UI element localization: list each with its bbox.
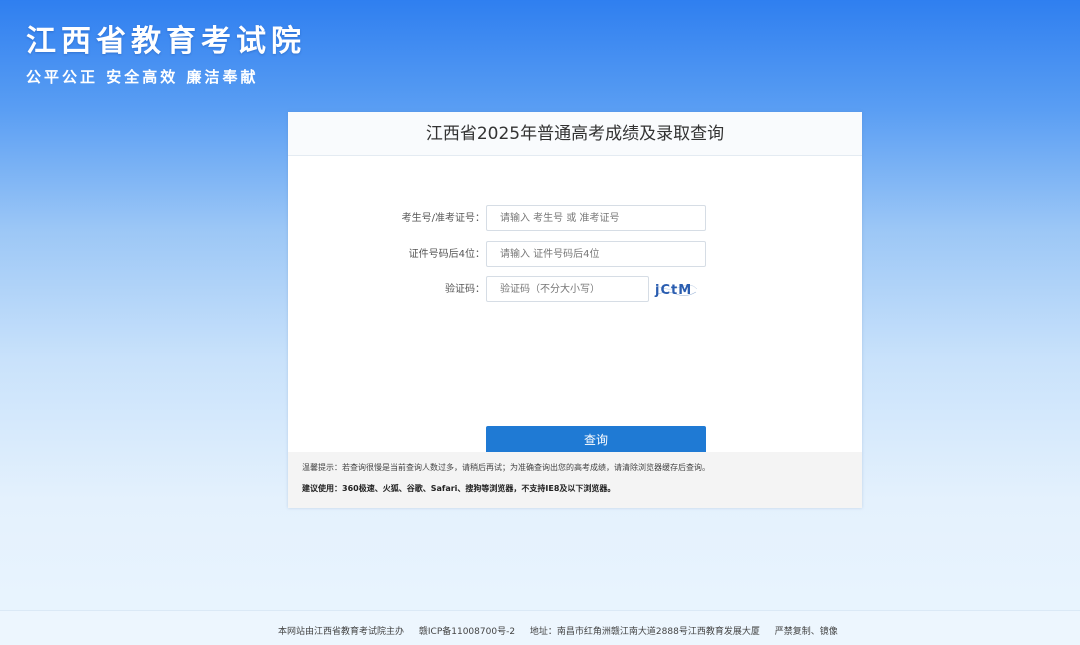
id-last4-input[interactable] xyxy=(486,241,706,267)
site-slogan: 公平公正 安全高效 廉洁奉献 xyxy=(26,68,259,86)
exam-id-label: 考生号/准考证号： xyxy=(401,213,485,224)
exam-id-row: 考生号/准考证号： xyxy=(288,205,862,233)
captcha-input[interactable] xyxy=(486,276,649,302)
captcha-label: 验证码： xyxy=(445,284,485,295)
notice-box: 温馨提示：若查询很慢是当前查询人数过多，请稍后再试；为准确查询出您的高考成绩，请… xyxy=(288,452,862,508)
footer-copyright: 严禁复制、镜像 xyxy=(774,627,838,637)
footer-icp[interactable]: 赣ICP备11008700号-2 xyxy=(419,627,515,637)
query-button[interactable]: 查询 xyxy=(486,426,706,455)
id-last4-label: 证件号码后4位： xyxy=(408,249,485,260)
exam-id-input[interactable] xyxy=(486,205,706,231)
card-title: 江西省2025年普通高考成绩及录取查询 xyxy=(288,112,862,156)
query-card: 江西省2025年普通高考成绩及录取查询 考生号/准考证号： 证件号码后4位： 验… xyxy=(288,112,862,508)
captcha-text: jCtM xyxy=(654,283,692,298)
site-title: 江西省教育考试院 xyxy=(26,24,306,59)
page-footer: 本网站由江西省教育考试院主办 赣ICP备11008700号-2 地址：南昌市红角… xyxy=(0,610,1080,645)
footer-text: 本网站由江西省教育考试院主办 赣ICP备11008700号-2 地址：南昌市红角… xyxy=(278,624,850,637)
footer-address: 地址：南昌市红角洲赣江南大道2888号江西教育发展大厦 xyxy=(529,627,760,637)
captcha-row: 验证码： jCtM xyxy=(288,276,862,304)
notice-tip: 温馨提示：若查询很慢是当前查询人数过多，请稍后再试；为准确查询出您的高考成绩，请… xyxy=(302,463,710,472)
footer-host: 本网站由江西省教育考试院主办 xyxy=(278,627,405,637)
notice-browser: 建议使用：360极速、火狐、谷歌、Safari、搜狗等浏览器，不支持IE8及以下… xyxy=(302,484,616,493)
site-header: 江西省教育考试院 公平公正 安全高效 廉洁奉献 xyxy=(26,22,306,87)
id-last4-row: 证件号码后4位： xyxy=(288,241,862,269)
captcha-image[interactable]: jCtM xyxy=(654,278,698,302)
